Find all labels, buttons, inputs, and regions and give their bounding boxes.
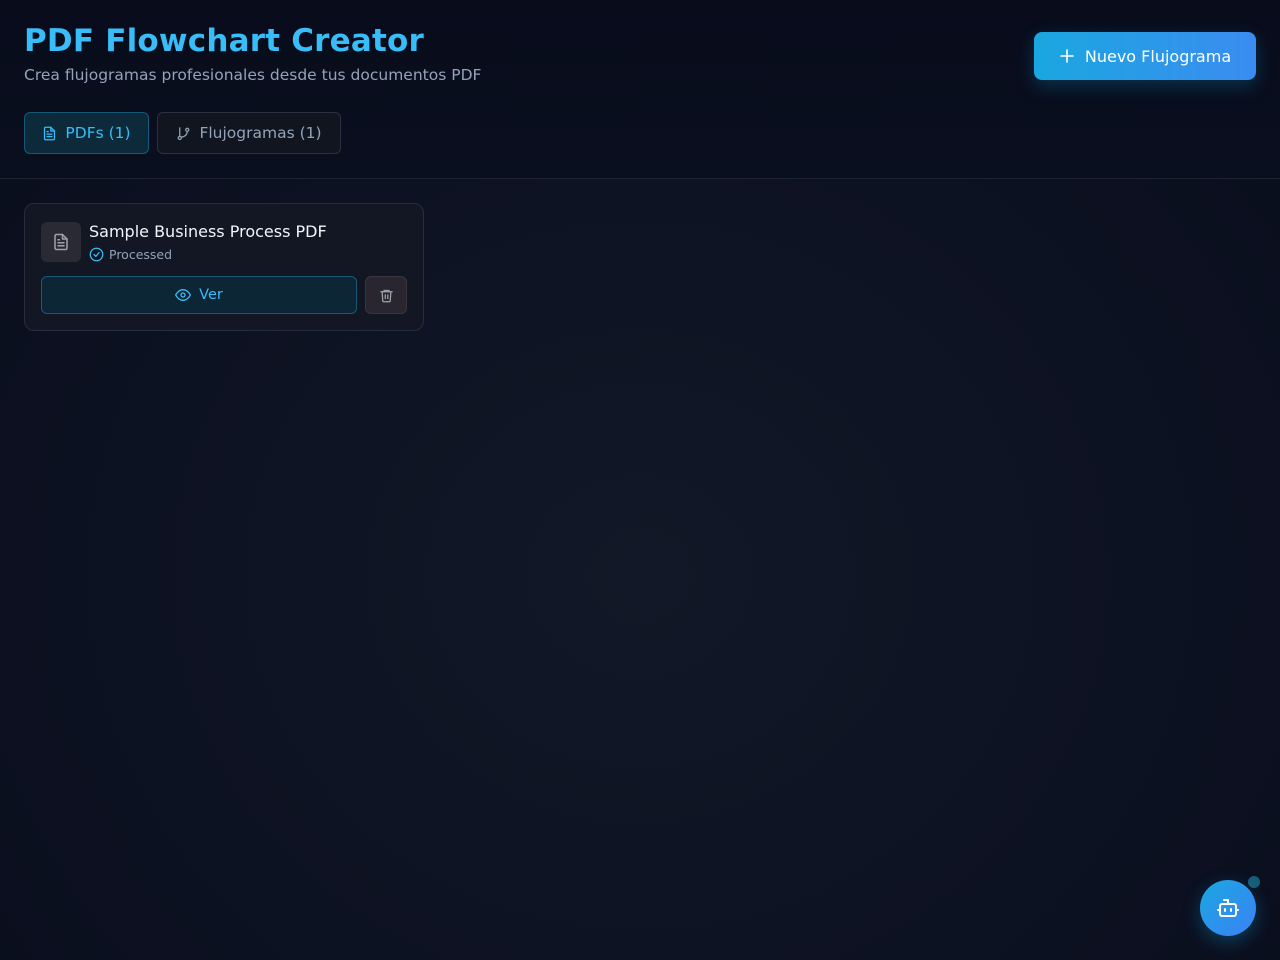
app-title: PDF Flowchart Creator (24, 23, 425, 59)
tab-flowcharts[interactable]: Flujogramas (1) (157, 112, 341, 154)
pdf-name: Sample Business Process PDF (89, 222, 327, 241)
status-label: Processed (109, 247, 173, 262)
trash-icon (379, 288, 394, 303)
bot-icon (1216, 896, 1240, 920)
new-flowchart-label: Nuevo Flujograma (1084, 46, 1232, 66)
tab-pdfs[interactable]: PDFs (1) (24, 112, 149, 154)
app-header: PDF Flowchart Creator Crea flujogramas p… (0, 0, 1280, 179)
check-circle-icon (89, 247, 104, 262)
file-icon (41, 222, 81, 262)
new-flowchart-button[interactable]: Nuevo Flujograma (1034, 32, 1256, 80)
eye-icon (175, 287, 192, 303)
git-branch-icon (176, 126, 191, 141)
plus-icon (1059, 48, 1075, 64)
pdf-card: Sample Business Process PDF Processed Ve… (24, 203, 424, 331)
tab-bar: PDFs (1) Flujogramas (1) (24, 112, 341, 154)
tab-flowcharts-label: Flujogramas (1) (199, 124, 322, 142)
view-button[interactable]: Ver (41, 276, 357, 314)
assistant-button[interactable] (1200, 880, 1256, 936)
notification-dot (1248, 876, 1260, 888)
tab-pdfs-label: PDFs (1) (65, 124, 131, 142)
view-label: Ver (199, 287, 223, 303)
app-subtitle: Crea flujogramas profesionales desde tus… (24, 66, 482, 84)
delete-button[interactable] (365, 276, 407, 314)
status-badge: Processed (89, 247, 172, 262)
file-text-icon (42, 126, 57, 141)
